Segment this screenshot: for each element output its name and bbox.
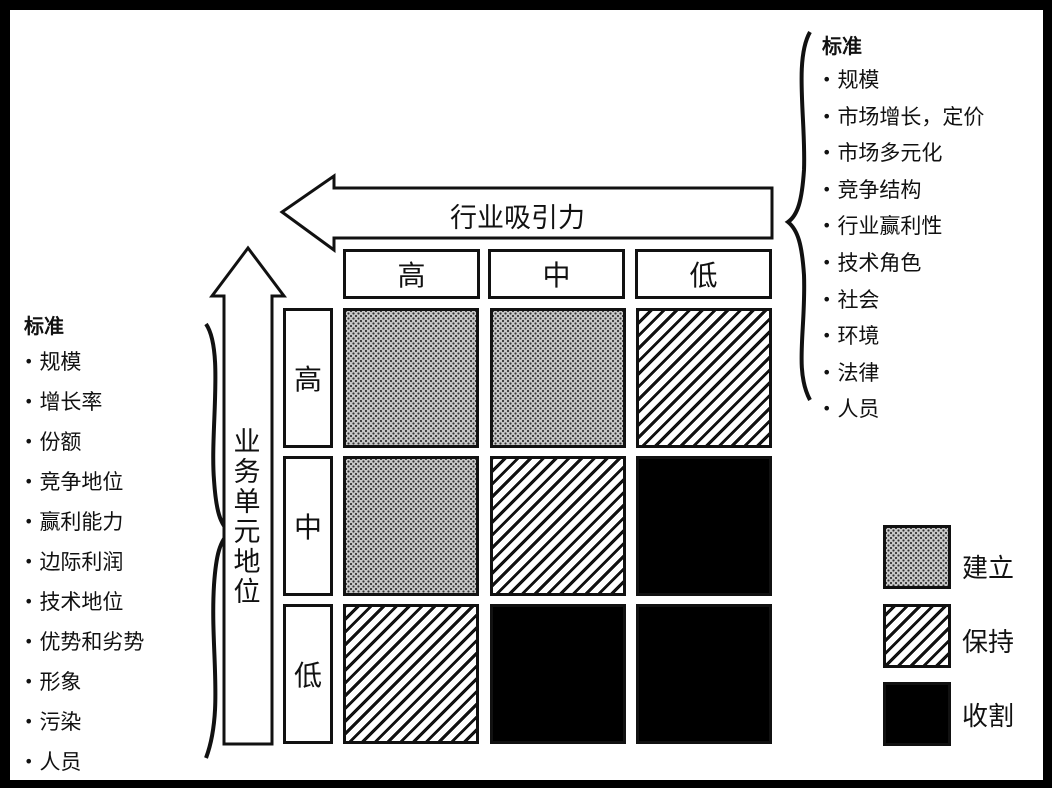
diagram-canvas: 标准 规模增长率份额竞争地位赢利能力边际利润技术地位优势和劣势形象污染人员 标准… bbox=[10, 10, 1043, 780]
column-label-high: 高 bbox=[343, 249, 480, 299]
legend-swatch-build bbox=[883, 525, 951, 589]
horizontal-axis-label: 行业吸引力 bbox=[450, 203, 585, 234]
matrix-cell-build bbox=[343, 456, 479, 596]
column-label-low: 低 bbox=[635, 249, 772, 299]
matrix-cell-harvest bbox=[490, 604, 626, 744]
row-label-medium: 中 bbox=[283, 456, 333, 596]
legend-swatch-hold bbox=[883, 604, 951, 668]
matrix-cell-hold bbox=[343, 604, 479, 744]
column-label-medium: 中 bbox=[488, 249, 625, 299]
matrix-cell-build bbox=[343, 308, 479, 448]
vertical-axis-label: 业务单元地位 bbox=[233, 427, 261, 608]
matrix-cell-hold bbox=[636, 308, 772, 448]
legend-label-build: 建立 bbox=[962, 554, 1015, 584]
matrix-cell-build bbox=[490, 308, 626, 448]
matrix-cell-hold bbox=[490, 456, 626, 596]
row-label-low: 低 bbox=[283, 604, 333, 744]
right-brace bbox=[784, 31, 812, 401]
matrix-cell-harvest bbox=[636, 604, 772, 744]
legend-label-hold: 保持 bbox=[962, 628, 1015, 658]
legend-swatch-harvest bbox=[883, 682, 951, 746]
legend-label-harvest: 收割 bbox=[962, 702, 1015, 732]
matrix-cell-harvest bbox=[636, 456, 772, 596]
row-label-high: 高 bbox=[283, 308, 333, 448]
